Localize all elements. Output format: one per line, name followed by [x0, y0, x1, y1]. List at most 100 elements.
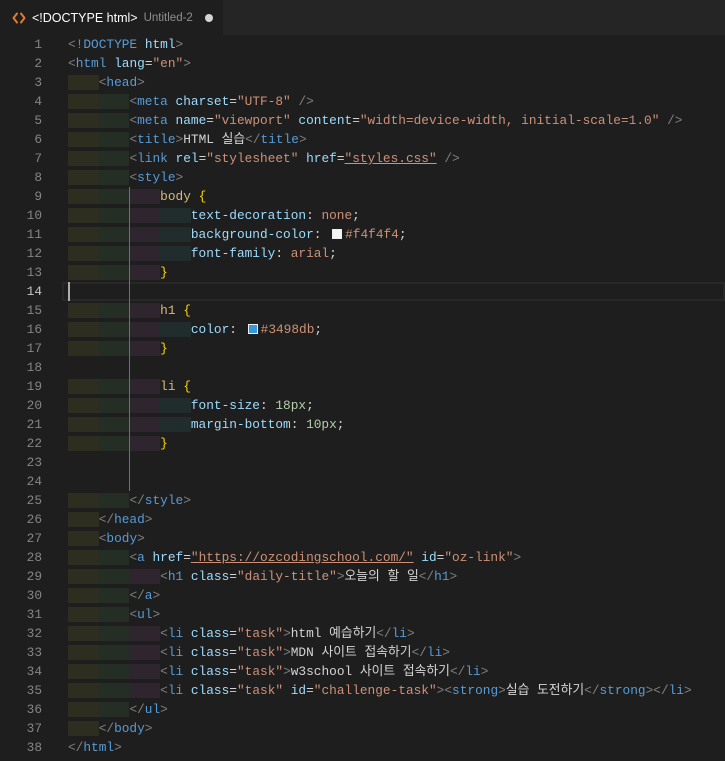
line-number: 2 [34, 56, 42, 71]
code-line[interactable]: <html lang="en"> [68, 54, 725, 73]
css-number-token: 10px [306, 417, 337, 432]
indent-level-2 [98, 626, 130, 641]
code-line[interactable]: <ul> [68, 605, 725, 624]
string-token: "viewport" [213, 113, 291, 128]
code-editor[interactable]: 1 2 3 4 5 6 7 8 9 10 11 12 13 14 15 16 17 18 19 20 21 22 23 24 2… [0, 35, 725, 761]
punctuation-token: </ [129, 702, 145, 717]
code-line[interactable]: </head> [68, 510, 725, 529]
indent-level-1 [68, 303, 99, 318]
code-line[interactable]: margin-bottom: 10px; [68, 415, 725, 434]
plain-text-token: ; [306, 398, 314, 413]
attribute-name-token: class [190, 645, 230, 660]
code-line[interactable]: li { [68, 377, 725, 396]
code-line[interactable]: <li class="task">w3school 사이트 접속하기</li> [68, 662, 725, 681]
code-line[interactable]: </a> [68, 586, 725, 605]
code-line[interactable]: <body> [68, 529, 725, 548]
tag-name-token: title [260, 132, 299, 147]
code-line[interactable]: <li class="task">html 예습하기</li> [68, 624, 725, 643]
plain-text-token: = [229, 645, 237, 660]
plain-text-token [191, 189, 199, 204]
code-line[interactable]: } [68, 434, 725, 453]
code-line[interactable]: </ul> [68, 700, 725, 719]
unsaved-dot-icon[interactable] [205, 14, 213, 22]
indent-level-2 [98, 645, 130, 660]
indent-level-1 [68, 683, 99, 698]
code-line[interactable] [68, 472, 725, 491]
css-property-token: text-decoration [190, 208, 307, 223]
code-line[interactable] [68, 282, 725, 301]
color-swatch[interactable] [332, 229, 343, 239]
code-line[interactable]: </style> [68, 491, 725, 510]
css-property-token: background-color [190, 227, 314, 242]
indent-level-2 [98, 569, 130, 584]
color-swatch[interactable] [247, 324, 258, 334]
line-number: 36 [26, 702, 42, 717]
code-line[interactable]: <head> [68, 73, 725, 92]
line-number: 15 [26, 303, 42, 318]
string-token: "task" [236, 645, 284, 660]
punctuation-token: > [183, 493, 191, 508]
code-line[interactable]: background-color: #f4f4f4; [68, 225, 725, 244]
code-content[interactable]: <!DOCTYPE html> <html lang="en"> <head> <… [68, 35, 725, 757]
indent-level-2 [98, 113, 130, 128]
code-line[interactable]: body { [68, 187, 725, 206]
code-line[interactable]: </html> [68, 738, 725, 757]
punctuation-token: < [129, 151, 138, 166]
code-line[interactable]: </body> [68, 719, 725, 738]
line-number: 23 [26, 455, 42, 470]
plain-text-token: ; [336, 417, 345, 432]
tag-name-token: link [137, 151, 168, 166]
plain-text-token: = [306, 683, 314, 698]
punctuation-token: < [68, 56, 76, 71]
indent-level-2 [98, 265, 130, 280]
code-line[interactable]: <li class="task" id="challenge-task"><st… [68, 681, 725, 700]
attribute-name-token: lang [114, 56, 145, 71]
brace-token: { [183, 379, 191, 394]
code-line[interactable] [68, 358, 725, 377]
code-line[interactable]: font-family: arial; [68, 244, 725, 263]
code-line[interactable]: } [68, 263, 725, 282]
editor-tab-untitled-2[interactable]: <!DOCTYPE html> Untitled-2 [0, 0, 223, 35]
line-number: 20 [26, 398, 42, 413]
plain-text-token: : [290, 417, 307, 432]
brace-token: } [160, 436, 168, 451]
tag-name-token: html [75, 56, 107, 71]
code-line[interactable]: <meta charset="UTF-8" /> [68, 92, 725, 111]
indent-level-1 [68, 341, 99, 356]
tag-name-token: li [426, 645, 443, 660]
code-line[interactable]: <a href="https://ozcodingschool.com/" id… [68, 548, 725, 567]
code-line[interactable]: font-size: 18px; [68, 396, 725, 415]
css-value-token: arial [290, 246, 330, 261]
indent-level-1 [68, 208, 99, 223]
plain-text-token [183, 664, 191, 679]
punctuation-token: </ [98, 512, 115, 527]
indent-level-1 [68, 94, 99, 109]
code-line[interactable] [68, 453, 725, 472]
code-line[interactable]: color: #3498db; [68, 320, 725, 339]
punctuation-token: > [283, 626, 291, 641]
indent-level-1 [68, 550, 99, 565]
code-line[interactable]: text-decoration: none; [68, 206, 725, 225]
plain-text-token: : [229, 322, 245, 337]
code-line[interactable]: <link rel="stylesheet" href="styles.css"… [68, 149, 725, 168]
code-line[interactable]: <li class="task">MDN 사이트 접속하기</li> [68, 643, 725, 662]
indent-level-1 [68, 170, 99, 185]
indent-level-2 [98, 170, 130, 185]
indent-level-1 [68, 436, 99, 451]
tag-name-token: li [167, 626, 184, 641]
code-line[interactable]: <!DOCTYPE html> [68, 35, 725, 54]
punctuation-token: > [183, 56, 191, 71]
code-line[interactable]: <h1 class="daily-title">오늘의 할 일</h1> [68, 567, 725, 586]
attribute-name-token: class [190, 626, 230, 641]
line-number: 12 [26, 246, 42, 261]
line-number: 7 [34, 151, 42, 166]
indent-level-3 [129, 265, 161, 280]
code-line[interactable]: <style> [68, 168, 725, 187]
indent-level-2 [98, 607, 130, 622]
code-line[interactable]: h1 { [68, 301, 725, 320]
code-line[interactable]: <title>HTML 실습</title> [68, 130, 725, 149]
code-line[interactable]: } [68, 339, 725, 358]
tag-name-token: strong [452, 683, 499, 698]
css-selector-token: li [160, 379, 176, 394]
code-line[interactable]: <meta name="viewport" content="width=dev… [68, 111, 725, 130]
